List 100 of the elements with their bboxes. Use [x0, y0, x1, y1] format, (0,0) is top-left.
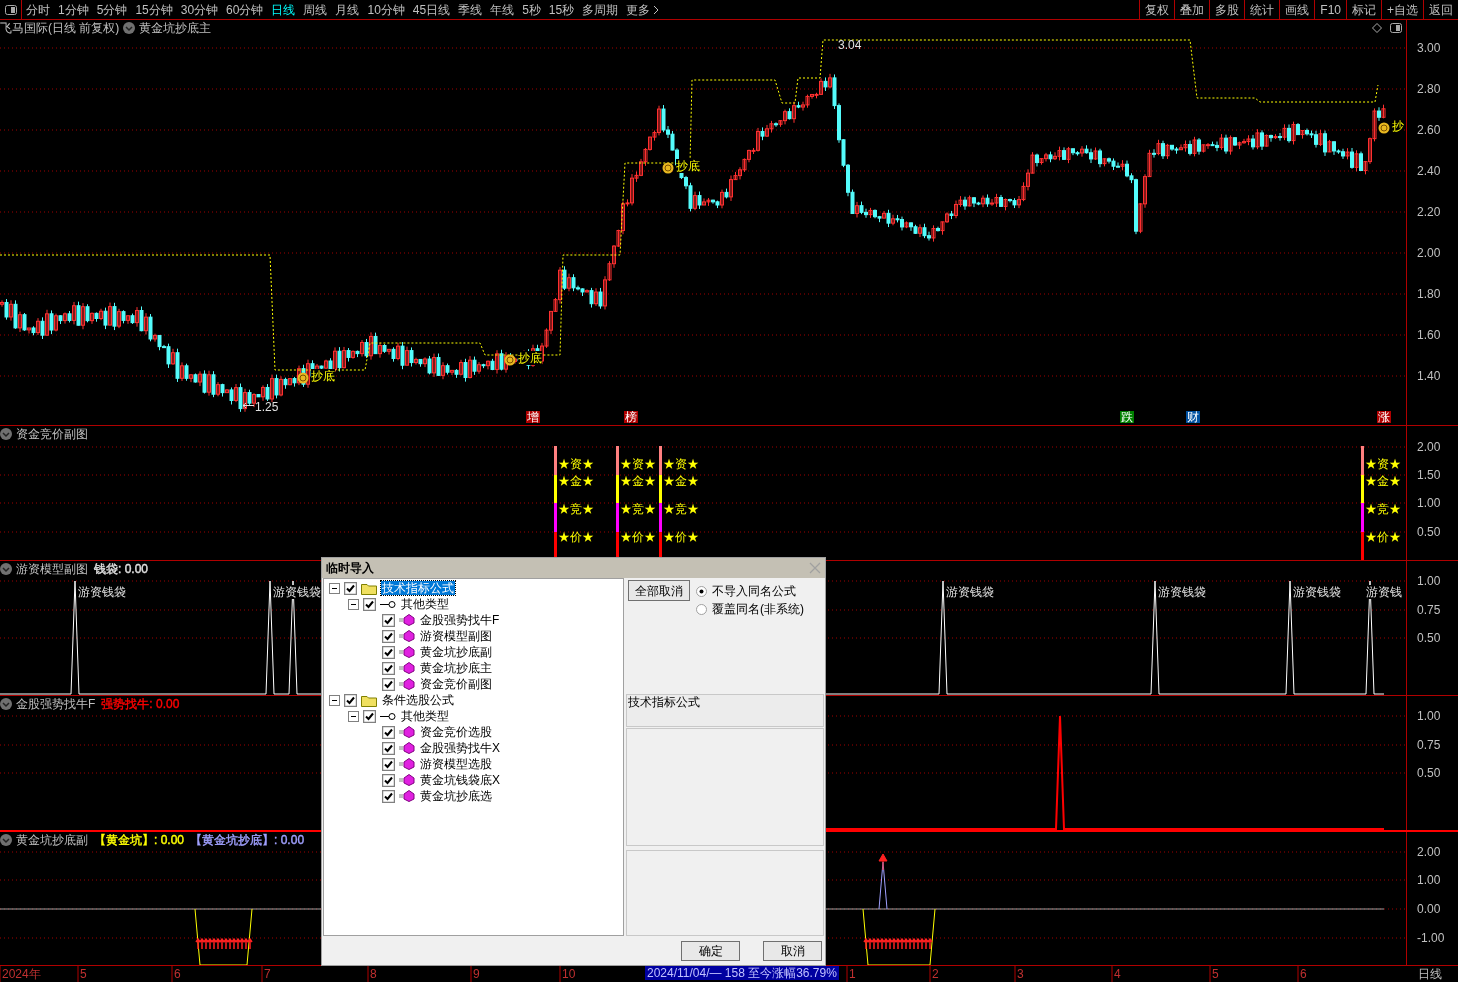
signal-label: ★金★	[1365, 474, 1401, 488]
tree-item[interactable]: 金股强势找牛F	[419, 613, 501, 627]
chevron-down-icon[interactable]	[0, 698, 12, 710]
toolbar-button[interactable]: 标记	[1346, 0, 1381, 19]
toolbar-button[interactable]: 多股	[1209, 0, 1245, 19]
period-tab[interactable]: 60分钟	[226, 2, 264, 17]
folder-icon	[361, 581, 377, 595]
chevron-down-icon[interactable]	[0, 834, 12, 846]
checkbox[interactable]	[382, 613, 395, 627]
tree-item[interactable]: 金股强势找牛X	[419, 741, 501, 755]
checkbox[interactable]	[382, 677, 395, 691]
checkbox[interactable]	[382, 661, 395, 675]
tree-item[interactable]: 其他类型	[400, 709, 450, 723]
key-icon	[380, 599, 396, 609]
dialog-title: 临时导入	[326, 561, 375, 575]
axis-label: 5	[1212, 967, 1219, 981]
panel-title: 游资模型副图	[16, 562, 88, 576]
signal-label: ★竞★	[558, 502, 594, 516]
period-tab[interactable]: 5分钟	[96, 2, 128, 17]
diamond-icon[interactable]	[1372, 23, 1382, 33]
diamond-icon	[399, 678, 415, 690]
checkbox[interactable]	[363, 597, 376, 611]
toolbar-button[interactable]: 画线	[1279, 0, 1315, 19]
period-tab[interactable]: 30分钟	[180, 2, 219, 17]
period-tab[interactable]: 15分钟	[135, 2, 173, 17]
tree-expander-icon[interactable]	[348, 710, 359, 722]
peak-label: 游资钱袋	[273, 585, 321, 599]
axis-label: 1.00	[1417, 873, 1441, 887]
toolbar-button[interactable]: F10	[1314, 0, 1346, 19]
period-tab[interactable]: 月线	[335, 2, 360, 17]
period-tab[interactable]: 更多	[626, 2, 651, 17]
checkbox[interactable]	[382, 773, 395, 787]
tree-item[interactable]: 黄金坑钱袋底X	[419, 773, 501, 787]
radio-button[interactable]	[696, 585, 707, 597]
chevron-down-icon[interactable]	[0, 563, 12, 575]
chevron-down-icon[interactable]	[0, 428, 12, 440]
toolbar-button[interactable]: 复权	[1139, 0, 1175, 19]
tree-item[interactable]: 游资模型选股	[419, 757, 493, 771]
coin-icon	[504, 354, 516, 366]
tree-item[interactable]: 游资模型副图	[419, 629, 493, 643]
checkbox[interactable]	[382, 789, 395, 803]
cancel-button[interactable]: 取消	[763, 941, 822, 961]
axis-label: 2024年	[2, 967, 41, 981]
panel-toggle-icon[interactable]	[4, 4, 17, 15]
tree-item[interactable]: 其他类型	[400, 597, 450, 611]
checkbox[interactable]	[382, 629, 395, 643]
toolbar-button[interactable]: 返回	[1423, 0, 1458, 19]
toolbar-button[interactable]: +自选	[1381, 0, 1423, 19]
tree-item[interactable]: 黄金坑抄底选	[419, 789, 493, 803]
period-tab[interactable]: 15秒	[548, 2, 575, 17]
signal-label: ★资★	[1365, 457, 1401, 471]
checkbox[interactable]	[382, 725, 395, 739]
period-tab[interactable]: 多周期	[582, 2, 619, 17]
toolbar-button[interactable]: 统计	[1244, 0, 1280, 19]
checkbox[interactable]	[382, 757, 395, 771]
panel-title: 资金竞价副图	[16, 427, 88, 441]
tree-expander-icon[interactable]	[329, 694, 340, 706]
period-tab[interactable]: 45日线	[412, 2, 451, 17]
signal-label: ★资★	[663, 457, 699, 471]
checkbox[interactable]	[382, 645, 395, 659]
diamond-icon	[399, 758, 415, 770]
period-tab[interactable]: 周线	[303, 2, 328, 17]
event-tag: 增	[526, 411, 540, 423]
radio-button[interactable]	[696, 603, 707, 615]
tree-item[interactable]: 黄金坑抄底副	[419, 645, 493, 659]
checkbox[interactable]	[344, 693, 357, 707]
signal-label: ★资★	[620, 457, 656, 471]
tree-item[interactable]: 资金竞价选股	[419, 725, 493, 739]
panel-toggle-icon[interactable]	[1390, 23, 1402, 33]
period-tab[interactable]: 5秒	[522, 2, 541, 17]
period-tab[interactable]: 年线	[490, 2, 515, 17]
period-tab[interactable]: 日线	[271, 2, 296, 17]
chevron-down-icon[interactable]	[123, 22, 136, 34]
checkbox[interactable]	[344, 581, 357, 595]
signal-label: ★金★	[558, 474, 594, 488]
tree-expander-icon[interactable]	[348, 598, 359, 610]
period-tab[interactable]: 季线	[458, 2, 483, 17]
clear-all-button[interactable]: 全部取消	[628, 580, 690, 601]
tree-item[interactable]: 条件选股公式	[381, 693, 455, 707]
signal-label: 抄	[1392, 119, 1404, 133]
chevron-right-icon[interactable]	[653, 4, 660, 15]
axis-label: 0.00	[1417, 902, 1441, 916]
tree-item[interactable]: 黄金坑抄底主	[419, 661, 493, 675]
period-tab[interactable]: 1分钟	[58, 2, 89, 17]
checkbox[interactable]	[382, 741, 395, 755]
description-title: 技术指标公式	[626, 694, 824, 727]
period-tab[interactable]: 10分钟	[367, 2, 405, 17]
signal-label: 抄底	[518, 351, 542, 365]
folder-icon	[361, 693, 377, 707]
axis-label: 1.00	[1417, 496, 1441, 510]
checkbox[interactable]	[363, 709, 376, 723]
tree-item[interactable]: 技术指标公式	[381, 581, 455, 595]
tree-expander-icon[interactable]	[329, 582, 340, 594]
arrow-up-icon	[878, 853, 888, 871]
ok-button[interactable]: 确定	[681, 941, 740, 961]
peak-label: 游资钱袋	[946, 585, 994, 599]
diamond-icon	[399, 646, 415, 658]
tree-item[interactable]: 资金竞价副图	[419, 677, 493, 691]
period-tab[interactable]: 分时	[26, 2, 50, 17]
toolbar-button[interactable]: 叠加	[1174, 0, 1210, 19]
